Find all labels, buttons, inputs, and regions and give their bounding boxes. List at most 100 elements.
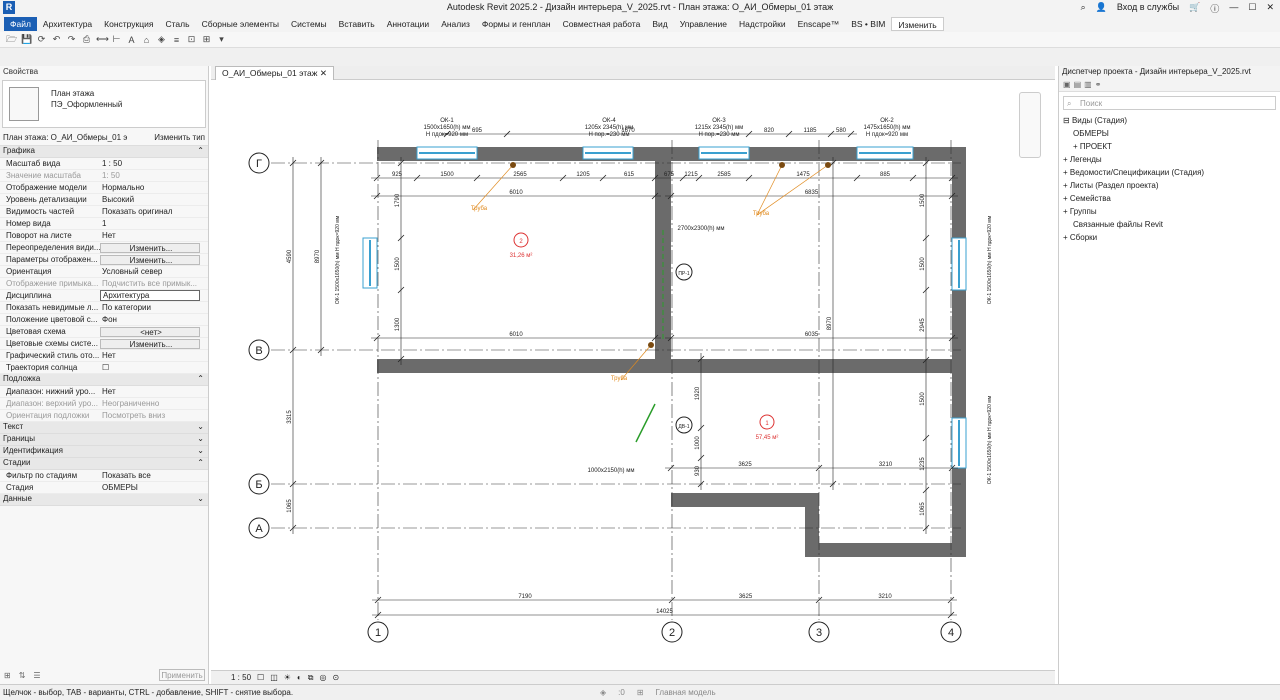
active-model[interactable]: Главная модель xyxy=(656,685,716,700)
thin-lines-icon[interactable]: ≡ xyxy=(171,35,182,45)
ribbon-tab[interactable]: Аннотации xyxy=(381,17,436,31)
property-value[interactable]: 1 : 50 xyxy=(100,159,208,168)
sync-icon[interactable]: ⟳ xyxy=(36,34,47,45)
ribbon-tab[interactable]: Сталь xyxy=(160,17,196,31)
property-group[interactable]: Стадии ⌃ xyxy=(0,458,208,470)
property-value[interactable]: <нет> xyxy=(100,326,200,337)
property-value[interactable]: Фон xyxy=(100,315,208,324)
switch-windows-icon[interactable]: ⊞ xyxy=(201,34,212,45)
temporary-hide-icon[interactable]: ◎ xyxy=(319,673,326,682)
redo-icon[interactable]: ↷ xyxy=(66,34,77,45)
property-value[interactable]: Изменить... xyxy=(100,254,200,265)
ribbon-tab[interactable]: Надстройки xyxy=(733,17,792,31)
expand-icon[interactable]: + xyxy=(1063,181,1070,190)
cart-icon[interactable]: 🛒 xyxy=(1189,2,1200,15)
property-value[interactable]: Высокий xyxy=(100,195,208,204)
property-value[interactable]: Условный север xyxy=(100,267,208,276)
browser-tree-item[interactable]: + Легенды xyxy=(1059,153,1280,166)
property-value[interactable]: Показать все xyxy=(100,471,208,480)
property-value[interactable]: Нет xyxy=(100,351,208,360)
property-value[interactable]: Показать оригинал xyxy=(100,207,208,216)
filter-icon[interactable]: ☰ xyxy=(33,671,40,680)
views-icon[interactable]: ▣ xyxy=(1063,80,1071,89)
ribbon-tab[interactable]: Архитектура xyxy=(37,17,98,31)
reveal-hidden-icon[interactable]: ⊙ xyxy=(332,673,339,682)
browser-tree-item[interactable]: ОБМЕРЫ xyxy=(1059,127,1280,140)
save-icon[interactable]: 💾 xyxy=(21,34,32,45)
crop-view-icon[interactable]: ⧉ xyxy=(308,673,314,683)
ribbon-tab[interactable]: Enscape™ xyxy=(792,17,846,31)
ribbon-tab[interactable]: Управление xyxy=(674,17,733,31)
browser-tree-item[interactable]: + Сборки xyxy=(1059,231,1280,244)
ribbon-tab[interactable]: Вставить xyxy=(333,17,381,31)
maximize-icon[interactable]: ☐ xyxy=(1248,2,1256,15)
undo-icon[interactable]: ↶ xyxy=(51,34,62,45)
expand-icon[interactable]: + xyxy=(1073,142,1080,151)
worksets-icon[interactable]: ◈ xyxy=(600,685,606,700)
customize-icon[interactable]: ▾ xyxy=(216,34,227,45)
browser-tree-item[interactable]: + ПРОЕКТ xyxy=(1059,140,1280,153)
3d-view-icon[interactable]: ⌂ xyxy=(141,35,152,45)
property-group[interactable]: Границы ⌄ xyxy=(0,434,208,446)
close-icon[interactable]: ✕ xyxy=(1266,2,1274,15)
property-value[interactable]: Архитектура xyxy=(100,290,200,301)
chevron-icon[interactable]: ⌄ xyxy=(197,434,204,445)
families-icon[interactable]: ▥ xyxy=(1084,80,1092,89)
property-value[interactable]: Нет xyxy=(100,387,208,396)
expand-icon[interactable]: + xyxy=(1063,194,1070,203)
close-tab-icon[interactable]: ✕ xyxy=(320,68,327,78)
property-value[interactable]: Нормально xyxy=(100,183,208,192)
ribbon-tab[interactable]: Совместная работа xyxy=(557,17,647,31)
expand-icon[interactable]: ⊟ xyxy=(1063,116,1072,125)
floor-plan-canvas[interactable]: ГВБА1 2 3 4925 1500 2565 1205 615 675 1215 2585 147… xyxy=(211,80,1055,670)
property-group[interactable]: Подложка ⌃ xyxy=(0,374,208,386)
property-value[interactable]: ☐ xyxy=(100,363,208,372)
close-hidden-icon[interactable]: ⊡ xyxy=(186,34,197,45)
drawing-view[interactable]: О_АИ_Обмеры_01 этаж ✕ Г В Б А 1 2 3 4 925 1500 256… xyxy=(211,66,1055,684)
text-icon[interactable]: A xyxy=(126,35,137,45)
user-icon[interactable]: 👤 xyxy=(1096,2,1107,15)
chevron-icon[interactable]: ⌄ xyxy=(197,446,204,457)
ribbon-tab[interactable]: Изменить xyxy=(891,17,944,31)
browser-tree-item[interactable]: + Семейства xyxy=(1059,192,1280,205)
property-value[interactable]: Изменить... xyxy=(100,338,200,349)
dimension-icon[interactable]: ⊢ xyxy=(111,34,122,45)
chevron-icon[interactable]: ⌄ xyxy=(197,422,204,433)
ribbon-tab[interactable]: Формы и генплан xyxy=(476,17,557,31)
browser-tree-item[interactable]: + Группы xyxy=(1059,205,1280,218)
sort-icon[interactable]: ⇅ xyxy=(19,671,26,680)
view-scale[interactable]: 1 : 50 xyxy=(231,673,251,682)
sheets-icon[interactable]: ▤ xyxy=(1074,80,1082,89)
expand-icon[interactable]: + xyxy=(1063,233,1070,242)
browser-search-input[interactable]: ⌕ Поиск xyxy=(1063,96,1276,110)
property-group[interactable]: Графика ⌃ xyxy=(0,146,208,158)
chevron-icon[interactable]: ⌄ xyxy=(197,494,204,505)
ribbon-tab[interactable]: Анализ xyxy=(435,17,476,31)
property-value[interactable]: По категории xyxy=(100,303,208,312)
navigation-bar[interactable] xyxy=(1019,92,1041,158)
type-selector[interactable]: План этажа ПЭ_Оформленный xyxy=(2,80,206,128)
property-group[interactable]: Данные ⌄ xyxy=(0,494,208,506)
ribbon-tab[interactable]: Сборные элементы xyxy=(196,17,285,31)
expand-icon[interactable]: + xyxy=(1063,207,1070,216)
ribbon-tab[interactable]: Файл xyxy=(4,17,37,31)
chevron-icon[interactable]: ⌃ xyxy=(197,374,204,385)
view-tab-active[interactable]: О_АИ_Обмеры_01 этаж ✕ xyxy=(215,66,334,80)
ribbon-tab[interactable]: Вид xyxy=(646,17,673,31)
ribbon-tab[interactable]: BS • BIM xyxy=(845,17,891,31)
browser-tree-item[interactable]: + Ведомости/Спецификации (Стадия) xyxy=(1059,166,1280,179)
detail-level-icon[interactable]: ☐ xyxy=(257,673,264,682)
property-group[interactable]: Текст ⌄ xyxy=(0,422,208,434)
chevron-icon[interactable]: ⌃ xyxy=(197,146,204,157)
property-value[interactable]: ОБМЕРЫ xyxy=(100,483,208,492)
ribbon-tab[interactable]: Системы xyxy=(285,17,333,31)
expand-icon[interactable]: + xyxy=(1063,168,1070,177)
section-icon[interactable]: ◈ xyxy=(156,34,167,45)
property-value[interactable]: Нет xyxy=(100,231,208,240)
links-icon[interactable]: ⚭ xyxy=(1095,80,1102,89)
shadows-icon[interactable]: ◐ xyxy=(297,673,302,682)
edit-type-button[interactable]: Изменить тип xyxy=(154,133,205,142)
chevron-icon[interactable]: ⌃ xyxy=(197,458,204,469)
grid-icon[interactable]: ⊞ xyxy=(4,671,11,680)
minimize-icon[interactable]: — xyxy=(1229,2,1238,15)
